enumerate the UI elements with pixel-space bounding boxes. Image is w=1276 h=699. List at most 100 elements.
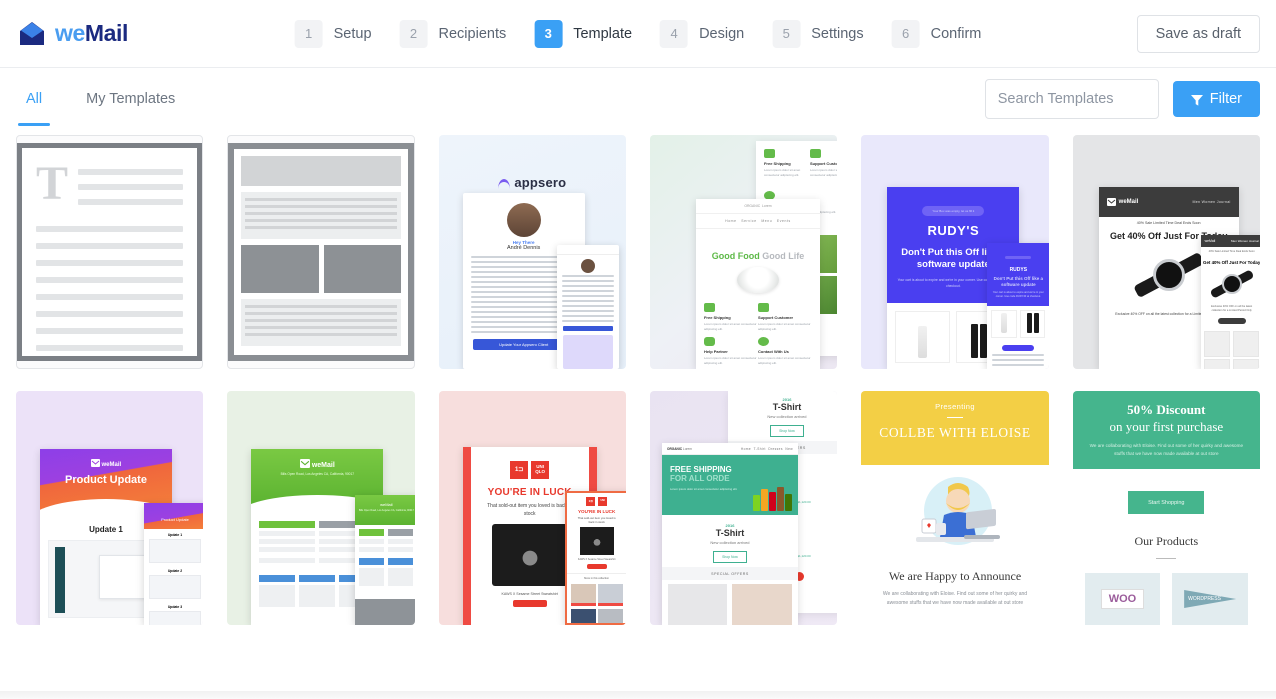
- product-image: [491, 524, 568, 586]
- wizard-step-design[interactable]: 4 Design: [660, 19, 745, 48]
- mobile-hero: RUDYS Don't Put this Off like a software…: [987, 243, 1049, 306]
- template-card-product-update[interactable]: weMail Product Update Update 1 Product U…: [16, 391, 204, 625]
- mobile-headline: Get 40% Off Just For Today: [1203, 260, 1260, 265]
- filter-label: Filter: [1209, 91, 1242, 107]
- hero-wave: weMail Product Update: [40, 449, 172, 523]
- placeholder-line: [36, 294, 184, 300]
- templates-scroll-area[interactable]: T appsero Hey There André Dennis Update …: [0, 130, 1276, 691]
- tab-my-templates[interactable]: My Templates: [78, 68, 183, 130]
- funnel-icon: [1190, 94, 1203, 106]
- avatar: [506, 203, 541, 237]
- template-card-wemail-watch[interactable]: weMail Men Women Journal 40% Sale Limite…: [1072, 135, 1260, 369]
- step-number: 6: [891, 19, 920, 48]
- placeholder-line: [36, 345, 184, 351]
- template-card-discount-50[interactable]: 50% Discount on your first purchase We a…: [1072, 391, 1260, 625]
- text-block: [241, 192, 401, 239]
- feature-title: Free Shipping: [763, 161, 791, 166]
- cta-button: Shop Now: [770, 425, 804, 437]
- wizard-step-setup[interactable]: 1 Setup: [294, 19, 372, 48]
- placeholder-line: [36, 277, 184, 283]
- save-as-draft-button[interactable]: Save as draft: [1136, 14, 1260, 53]
- template-card-blank-text[interactable]: T: [16, 135, 204, 369]
- hero-section: FREE SHIPPING FOR ALL ORDE Lorem ipsum d…: [661, 455, 798, 515]
- feature-title: Free Shipping: [703, 315, 731, 320]
- mobile-preview: weMail Men Women Journal 40% Sale Limited…: [1200, 235, 1260, 369]
- mobile-preview: weMail Bills Open Road, Los Angeles CA, C…: [355, 495, 415, 625]
- template-preview-wemail-watch: weMail Men Women Journal 40% Sale Limite…: [1072, 135, 1260, 369]
- app-header: weMail 1 Setup 2 Recipients 3 Template 4…: [0, 0, 1276, 68]
- discount-desc: We are collaborating with Eloise. Find o…: [1089, 443, 1243, 457]
- presenting-label: Presenting: [935, 402, 975, 411]
- template-preview-free-shipping: 2016 T-Shirt New collection arrived Shop…: [649, 391, 838, 625]
- appsero-logo-icon: [498, 179, 511, 189]
- wireframe-document: T: [17, 143, 203, 361]
- mobile-preview: [556, 245, 619, 369]
- wizard-step-recipients[interactable]: 2 Recipients: [399, 19, 506, 48]
- logo-mail: Mail: [84, 20, 129, 46]
- product-tile-woo: WOO: [1084, 573, 1161, 625]
- promo-strip: 40% Sale Limited Time Deal Ends Soon: [1136, 221, 1201, 225]
- nav-links: Home T-Shirt Dresses New: [740, 446, 793, 451]
- template-preview-wemail-invoice: weMail Bills Open Road, Los Angeles CA, …: [227, 391, 415, 625]
- feature-title: Support Customer: [757, 315, 794, 320]
- desktop-preview: ORGANIC Lorem Home T-Shirt Dresses New FR…: [661, 443, 798, 625]
- wizard-step-settings[interactable]: 5 Settings: [772, 19, 864, 48]
- hero-title: Product Update: [65, 474, 147, 486]
- envelope-icon: [18, 21, 46, 47]
- step-number: 1: [294, 19, 323, 48]
- template-preview-product-update: weMail Product Update Update 1 Product U…: [16, 391, 204, 625]
- hero-section: 50% Discount on your first purchase We a…: [1072, 391, 1260, 469]
- step-number: 3: [534, 19, 563, 48]
- placeholder-line: [36, 243, 184, 249]
- template-card-blank-layout[interactable]: [227, 135, 415, 369]
- feature-title: Contact With Us: [757, 349, 789, 354]
- template-card-collbe-eloise[interactable]: Presenting COLLBE WITH ELOISE We are Hap…: [861, 391, 1049, 625]
- template-card-rudys[interactable]: Your Box was empty, let us fill it RUDY'…: [861, 135, 1049, 369]
- step-label: Design: [699, 25, 745, 42]
- app-logo[interactable]: weMail: [18, 21, 128, 47]
- mobile-brand: RUDYS: [1009, 267, 1028, 273]
- logo-we: we: [55, 20, 85, 46]
- template-card-appsero[interactable]: appsero Hey There André Dennis Update Yo…: [438, 135, 626, 369]
- mobile-preview: Product Update Update 1 Update 2 Update …: [144, 503, 204, 625]
- placeholder-line: [78, 169, 184, 175]
- mobile-sub: That sold-out item you loved is back in …: [577, 516, 616, 525]
- mobile-slogan: Don't Put this Off like a software updat…: [993, 276, 1043, 287]
- divider: [946, 417, 963, 418]
- template-card-wemail-invoice[interactable]: weMail Bills Open Road, Los Angeles CA, …: [227, 391, 415, 625]
- template-card-uniqlo[interactable]: 1⊐ UNI QLO YOU'RE IN LUCK That sold-out i…: [438, 391, 626, 625]
- product-callout: 2016 T-Shirt New collection arrived Shop…: [662, 515, 798, 567]
- filter-button[interactable]: Filter: [1172, 81, 1260, 117]
- template-card-good-food[interactable]: Free Shipping Lorem ipsum dolor sit amet …: [649, 135, 838, 369]
- template-preview-collbe-eloise: Presenting COLLBE WITH ELOISE We are Hap…: [861, 391, 1049, 625]
- discount-subtitle: on your first purchase: [1109, 419, 1224, 434]
- announcement-title: We are Happy to Announce: [888, 569, 1022, 583]
- horizontal-scrollbar[interactable]: [0, 691, 1276, 699]
- feature-title: Help Partner: [703, 349, 728, 354]
- brand-name: RUDY'S: [927, 223, 980, 238]
- mobile-hero: Product Update: [144, 503, 204, 529]
- tab-all[interactable]: All: [18, 68, 51, 130]
- wizard-step-confirm[interactable]: 6 Confirm: [891, 19, 981, 48]
- template-preview-appsero: appsero Hey There André Dennis Update Yo…: [438, 135, 626, 369]
- hero-title: COLLBE WITH ELOISE: [879, 425, 1031, 440]
- step-label: Template: [573, 25, 633, 42]
- title: T-Shirt: [772, 402, 802, 412]
- search-input[interactable]: [984, 79, 1159, 119]
- search-and-filter: Filter: [984, 79, 1260, 119]
- wizard-steps: 1 Setup 2 Recipients 3 Template 4 Design…: [294, 19, 981, 48]
- nav-bar: weMail Men Women Journal: [1098, 187, 1239, 217]
- wireframe-layout: [228, 143, 414, 361]
- brand-name: weMail: [251, 449, 383, 469]
- cta-button: [512, 600, 547, 607]
- image-blocks: [241, 245, 401, 293]
- features: Free Shipping Lorem ipsum dolor sit amet …: [696, 299, 820, 369]
- products-title: Our Products: [1134, 534, 1199, 548]
- brand-name: weMail: [40, 449, 172, 468]
- template-card-free-shipping[interactable]: 2016 T-Shirt New collection arrived Shop…: [649, 391, 838, 625]
- placeholder-line: [36, 311, 184, 317]
- hero-section: Presenting COLLBE WITH ELOISE: [861, 391, 1049, 465]
- step-number: 2: [399, 19, 428, 48]
- mobile-preview: RUDYS Don't Put this Off like a software…: [987, 243, 1049, 369]
- wizard-step-template[interactable]: 3 Template: [534, 19, 633, 48]
